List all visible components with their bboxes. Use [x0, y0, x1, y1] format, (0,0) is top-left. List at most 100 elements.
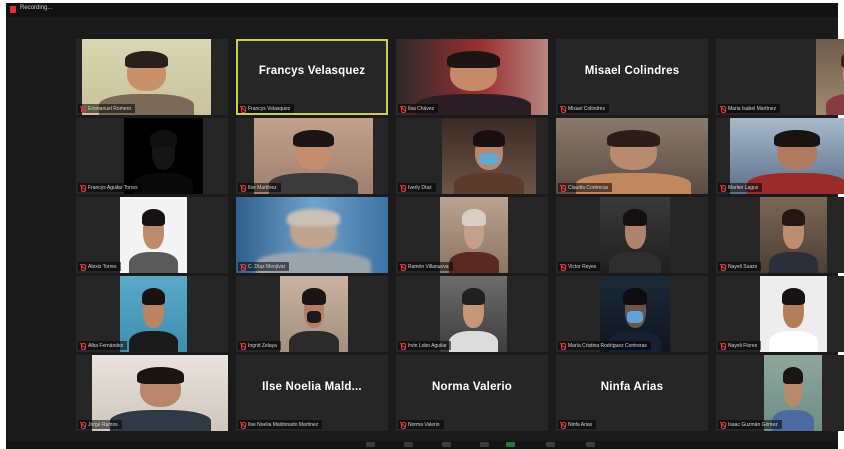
- record-button[interactable]: [546, 442, 555, 447]
- muted-mic-icon: [240, 105, 246, 113]
- participant-name: Claudia Contreras: [568, 184, 609, 191]
- muted-mic-icon: [720, 263, 726, 271]
- participant-name-tag: Misael Colindres: [558, 104, 609, 113]
- participant-name: Nayeli Suazo: [728, 263, 758, 270]
- participant-tile[interactable]: Norma Valerio Norma Valerio: [396, 355, 548, 431]
- participant-display-name: Ilse Noelia Mald...: [262, 381, 362, 393]
- participant-tile[interactable]: Nayeli Flores: [716, 276, 844, 352]
- reactions-button[interactable]: [586, 442, 595, 447]
- participant-tile[interactable]: Marlen Lagos: [716, 118, 844, 194]
- recording-label: Recording...: [20, 5, 53, 11]
- participant-tile[interactable]: Maria Isabel Martínez: [716, 39, 844, 115]
- participant-tile[interactable]: Claudia Contreras: [556, 118, 708, 194]
- muted-mic-icon: [80, 421, 86, 429]
- participant-tile[interactable]: Jorge Ramos: [76, 355, 228, 431]
- participant-name-tag: Ingrid Zelaya: [238, 341, 281, 350]
- muted-mic-icon: [80, 184, 86, 192]
- participant-name: Emmanuel Romero: [88, 105, 132, 112]
- participants-button[interactable]: [442, 442, 451, 447]
- participant-name: Ilse Noelia Maldonado Martínez: [248, 421, 319, 428]
- share-screen-button[interactable]: [506, 442, 515, 447]
- participant-name-tag: Ninfa Arias: [558, 420, 597, 429]
- participant-figure: [280, 276, 348, 352]
- participant-name: Ninfa Arias: [568, 421, 593, 428]
- participant-name-tag: Alexis Torres: [78, 262, 121, 271]
- participant-name-tag: Norma Valerio: [398, 420, 444, 429]
- participant-name: Isaac Guzmán Gómez: [728, 421, 778, 428]
- muted-mic-icon: [240, 263, 246, 271]
- participant-tile[interactable]: Nayeli Suazo: [716, 197, 844, 273]
- participant-tile[interactable]: Irvin Lobo Aguilar: [396, 276, 548, 352]
- participant-name: Jorge Ramos: [88, 421, 118, 428]
- participant-name: Alba Fernández: [88, 342, 124, 349]
- participant-name-tag: Ilse Martínez: [238, 183, 281, 192]
- participant-video: [816, 39, 844, 115]
- participant-name: Marlen Lagos: [728, 184, 759, 191]
- participant-name-tag: Francys Aguilar Torres: [78, 183, 142, 192]
- participant-name: Francys Aguilar Torres: [88, 184, 138, 191]
- participant-tile[interactable]: Ramón Villanueva: [396, 197, 548, 273]
- top-bar: Recording...: [6, 3, 838, 17]
- participant-name: María Cristina Rodríguez Contreras: [568, 342, 647, 349]
- muted-mic-icon: [560, 105, 566, 113]
- participant-display-name: Norma Valerio: [432, 381, 512, 393]
- participant-tile[interactable]: Francys Velasquez Francys Velasquez: [236, 39, 388, 115]
- participant-name-tag: Victor Reyes: [558, 262, 601, 271]
- participant-name: Norma Valerio: [408, 421, 440, 428]
- muted-mic-icon: [400, 263, 406, 271]
- muted-mic-icon: [560, 421, 566, 429]
- participant-tile[interactable]: Ilse Martínez: [236, 118, 388, 194]
- participant-name-tag: Iverly Díaz: [398, 183, 436, 192]
- muted-mic-icon: [560, 342, 566, 350]
- participant-video: [120, 276, 187, 352]
- participant-tile[interactable]: Ilsa Chávez: [396, 39, 548, 115]
- chat-button[interactable]: [480, 442, 489, 447]
- muted-mic-icon: [400, 342, 406, 350]
- participant-tile[interactable]: Victor Reyes: [556, 197, 708, 273]
- participant-tile[interactable]: Misael Colindres Misael Colindres: [556, 39, 708, 115]
- participant-tile[interactable]: Ninfa Arias Ninfa Arias: [556, 355, 708, 431]
- muted-mic-icon: [240, 184, 246, 192]
- participant-name: C. Díaz Menjívar: [248, 263, 286, 270]
- participant-tile[interactable]: Isaac Guzmán Gómez: [716, 355, 844, 431]
- muted-mic-icon: [240, 342, 246, 350]
- muted-mic-icon: [560, 184, 566, 192]
- gallery-grid: Emmanuel Romero Francys Velasquez Francys …: [76, 39, 844, 437]
- participant-name: Nayeli Flores: [728, 342, 758, 349]
- muted-mic-icon: [80, 105, 86, 113]
- participant-tile[interactable]: Francys Aguilar Torres: [76, 118, 228, 194]
- mute-button[interactable]: [366, 442, 375, 447]
- participant-name: Ilse Martínez: [248, 184, 277, 191]
- participant-name: Francys Velasquez: [248, 105, 291, 112]
- participant-name-tag: Marlen Lagos: [718, 183, 763, 192]
- participant-tile[interactable]: Ingrid Zelaya: [236, 276, 388, 352]
- participant-video: [760, 197, 827, 273]
- participant-video: [442, 118, 536, 194]
- muted-mic-icon: [240, 421, 246, 429]
- participant-tile[interactable]: C. Díaz Menjívar: [236, 197, 388, 273]
- participant-tile[interactable]: Alba Fernández: [76, 276, 228, 352]
- participant-tile[interactable]: Emmanuel Romero: [76, 39, 228, 115]
- participant-tile[interactable]: María Cristina Rodríguez Contreras: [556, 276, 708, 352]
- participant-name-tag: Emmanuel Romero: [78, 104, 136, 113]
- participant-tile[interactable]: Iverly Díaz: [396, 118, 548, 194]
- participant-name-tag: Maria Isabel Martínez: [718, 104, 781, 113]
- participant-tile[interactable]: Ilse Noelia Mald... Ilse Noelia Maldonado…: [236, 355, 388, 431]
- participant-name: Maria Isabel Martínez: [728, 105, 777, 112]
- video-button[interactable]: [404, 442, 413, 447]
- muted-mic-icon: [720, 105, 726, 113]
- participant-name-tag: Nayeli Flores: [718, 341, 762, 350]
- muted-mic-icon: [720, 421, 726, 429]
- recording-icon: [10, 6, 16, 13]
- participant-tile[interactable]: Alexis Torres: [76, 197, 228, 273]
- participant-name-tag: Ilsa Chávez: [398, 104, 439, 113]
- muted-mic-icon: [80, 342, 86, 350]
- participant-name-tag: Nayeli Suazo: [718, 262, 762, 271]
- muted-mic-icon: [400, 105, 406, 113]
- participant-name: Ramón Villanueva: [408, 263, 449, 270]
- participant-name-tag: Isaac Guzmán Gómez: [718, 420, 782, 429]
- participant-name-tag: Irvin Lobo Aguilar: [398, 341, 451, 350]
- muted-mic-icon: [720, 184, 726, 192]
- participant-display-name: Francys Velasquez: [258, 65, 366, 77]
- participant-name-tag: Jorge Ramos: [78, 420, 122, 429]
